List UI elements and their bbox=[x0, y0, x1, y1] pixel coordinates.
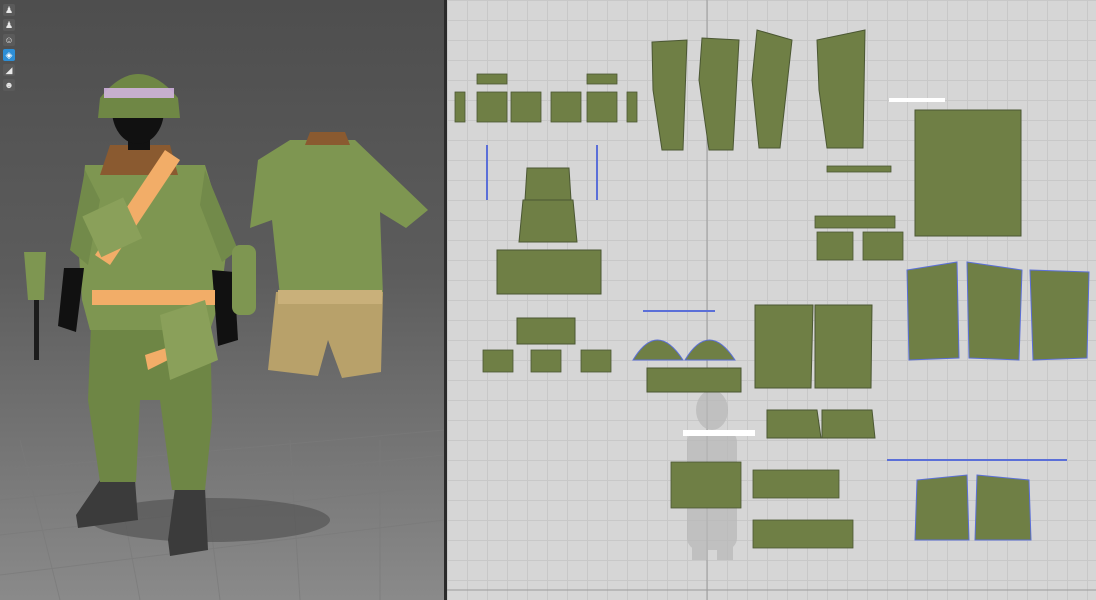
sleeve-left bbox=[914, 474, 970, 541]
jacket-back bbox=[1029, 269, 1090, 361]
hand-left bbox=[58, 268, 84, 332]
helmet-band-piece bbox=[646, 367, 742, 393]
helmet-band bbox=[104, 88, 174, 98]
shorts-front bbox=[766, 409, 822, 439]
left-boot bbox=[76, 480, 138, 528]
3d-viewport[interactable]: ♟ ♟ ☺ ◈ ◢ ☻ bbox=[0, 0, 444, 600]
jacket-pieces bbox=[906, 261, 1090, 541]
large-panel bbox=[914, 109, 1022, 237]
canteen bbox=[232, 245, 256, 315]
trouser-back-right bbox=[816, 29, 866, 149]
shorts bbox=[268, 292, 383, 378]
pack-body bbox=[518, 199, 578, 243]
pack-pocket bbox=[516, 317, 576, 345]
shorts-back bbox=[821, 409, 876, 439]
trouser-front-left bbox=[651, 39, 688, 151]
webbing-belt bbox=[92, 290, 215, 305]
helmet-covers bbox=[632, 339, 736, 361]
shovel-prop bbox=[24, 252, 46, 360]
tshirt-form bbox=[250, 132, 428, 378]
white-bar-2 bbox=[683, 430, 755, 436]
pack-front bbox=[496, 249, 602, 295]
tshirt bbox=[250, 140, 428, 296]
right-boot bbox=[168, 488, 208, 556]
jacket-front-left bbox=[906, 261, 960, 361]
helmet-cover-right bbox=[684, 339, 736, 361]
sleeve-right bbox=[974, 474, 1032, 541]
pack-lid bbox=[524, 167, 572, 201]
tshirt-collar bbox=[305, 132, 350, 145]
tshirt-pieces bbox=[754, 304, 876, 439]
trouser-pieces bbox=[651, 29, 866, 151]
pattern-canvas[interactable] bbox=[447, 0, 1096, 600]
white-bar-1 bbox=[889, 98, 945, 102]
trouser-front-right bbox=[751, 29, 793, 149]
shorts-waistband bbox=[278, 290, 382, 304]
2d-pattern-window[interactable] bbox=[447, 0, 1096, 600]
tshirt-front bbox=[754, 304, 814, 389]
pack-pieces bbox=[496, 167, 602, 345]
tshirt-back bbox=[814, 304, 873, 389]
3d-scene[interactable] bbox=[0, 0, 444, 600]
trouser-back-left bbox=[698, 37, 740, 151]
jacket-front-right bbox=[966, 261, 1023, 361]
helmet-cover-left bbox=[632, 339, 684, 361]
